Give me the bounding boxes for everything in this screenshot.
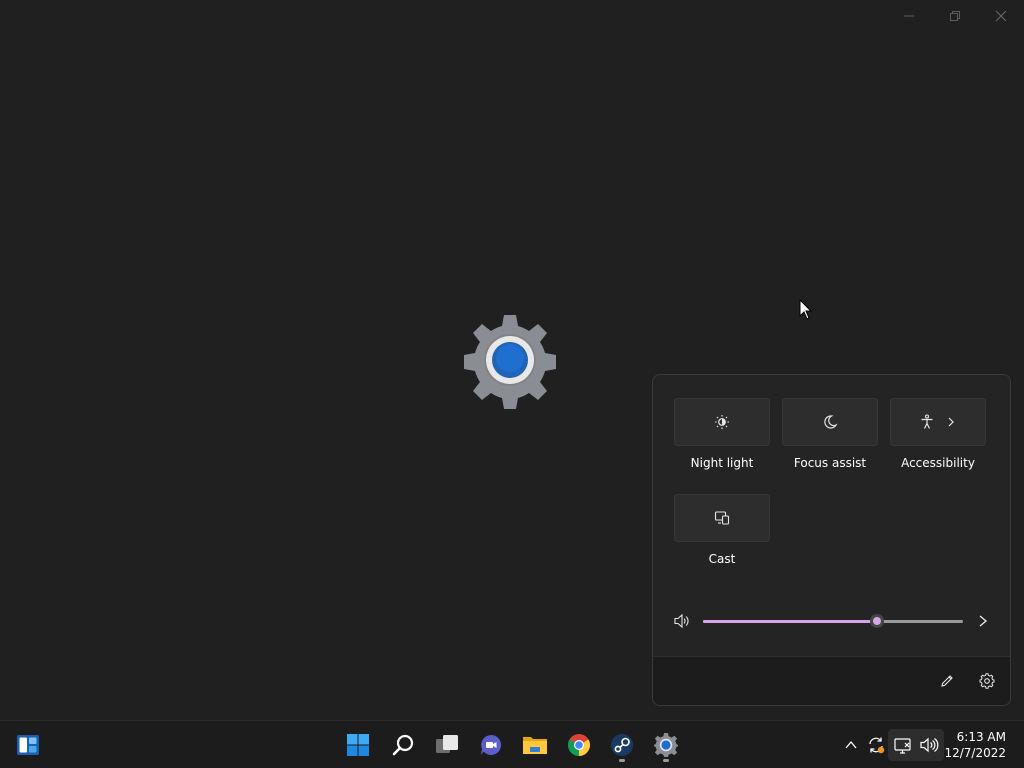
running-indicator (619, 759, 625, 762)
running-indicator (663, 759, 669, 762)
volume-row (673, 607, 993, 635)
edit-quick-settings-button[interactable] (935, 669, 959, 693)
accessibility-icon (921, 414, 933, 429)
minimize-button[interactable] (886, 0, 932, 32)
all-settings-button[interactable] (975, 669, 999, 693)
night-light-toggle[interactable] (674, 398, 770, 446)
file-explorer-button[interactable] (515, 727, 555, 763)
night-light-icon (715, 415, 729, 429)
teams-chat-icon (481, 734, 502, 755)
task-view-icon (436, 735, 458, 753)
minimize-icon (904, 15, 914, 17)
accessibility-label: Accessibility (901, 456, 975, 470)
cast-icon (714, 511, 730, 525)
start-button[interactable] (338, 727, 378, 763)
pencil-icon (941, 675, 953, 687)
chevron-right-icon[interactable] (977, 614, 989, 628)
accessibility-tile[interactable] (890, 398, 986, 446)
quick-settings-panel: Night light Focus assist Accessibility C… (652, 374, 1011, 706)
chrome-button[interactable] (559, 727, 599, 763)
mouse-cursor-icon (799, 299, 813, 320)
moon-icon (824, 415, 838, 429)
sync-icon (869, 737, 885, 754)
settings-gear-logo-icon (464, 315, 556, 409)
settings-icon (654, 733, 678, 757)
settings-taskbar-button[interactable] (646, 727, 686, 763)
volume-slider-thumb[interactable] (870, 614, 885, 628)
task-view-button[interactable] (427, 727, 467, 763)
widgets-icon (17, 735, 39, 755)
clock-date: 12/7/2022 (944, 746, 1006, 760)
search-icon (392, 734, 414, 756)
chevron-up-icon (845, 740, 857, 749)
quick-settings-footer (653, 656, 1010, 705)
clock-time: 6:13 AM (956, 730, 1006, 744)
close-button[interactable] (978, 0, 1024, 32)
network-icon (894, 738, 911, 754)
search-button[interactable] (383, 727, 423, 763)
cast-label: Cast (708, 552, 736, 566)
chevron-right-icon (948, 417, 954, 427)
widgets-button[interactable] (8, 727, 48, 763)
focus-assist-label: Focus assist (793, 456, 867, 470)
sync-tray-button[interactable] (864, 729, 888, 761)
volume-slider-track[interactable] (703, 614, 963, 628)
clock-button[interactable]: 6:13 AM 12/7/2022 (944, 729, 1006, 761)
quick-settings-tray-button[interactable] (888, 729, 944, 761)
restore-button[interactable] (932, 0, 978, 32)
window-controls (886, 0, 1024, 32)
folder-icon (523, 737, 547, 754)
taskbar: 6:13 AM 12/7/2022 (0, 720, 1024, 768)
cast-tile[interactable] (674, 494, 770, 542)
restore-icon (950, 11, 960, 21)
focus-assist-toggle[interactable] (782, 398, 878, 446)
chrome-icon (568, 734, 590, 756)
gear-icon (979, 673, 995, 689)
night-light-label: Night light (690, 456, 754, 470)
volume-slider-fill (703, 620, 878, 623)
chat-button[interactable] (471, 727, 511, 763)
steam-icon (611, 734, 633, 756)
close-icon (995, 10, 1007, 22)
steam-button[interactable] (602, 727, 642, 763)
show-hidden-icons-button[interactable] (840, 729, 862, 761)
windows-start-icon (347, 734, 369, 756)
speaker-icon[interactable] (673, 612, 691, 630)
settings-app-splash: Night light Focus assist Accessibility C… (0, 0, 1024, 720)
volume-icon (920, 737, 939, 753)
